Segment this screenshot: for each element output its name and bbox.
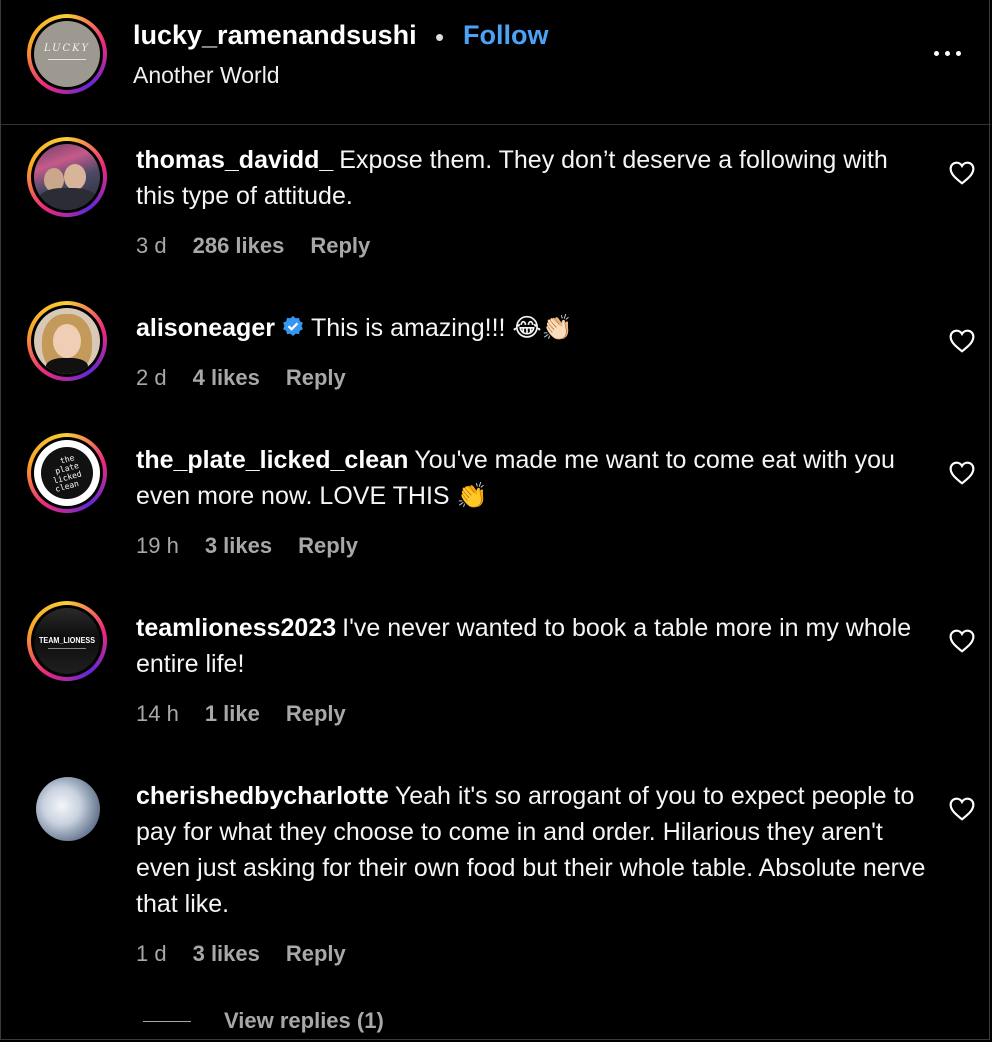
comment-username[interactable]: thomas_davidd_ (136, 146, 333, 174)
reply-button[interactable]: Reply (310, 233, 370, 259)
comment-username[interactable]: cherishedbycharlotte (136, 782, 389, 810)
comment-text-block: cherishedbycharlotte Yeah it's so arrogan… (136, 778, 926, 922)
view-replies-button[interactable]: View replies (1) (143, 1008, 384, 1034)
reply-button[interactable]: Reply (286, 701, 346, 727)
comment-text-block: teamlioness2023 I've never wanted to book… (136, 610, 926, 682)
comment-username[interactable]: alisoneager (136, 314, 275, 342)
comment-meta: 19 h 3 likes Reply (136, 533, 358, 559)
verified-badge-icon (283, 316, 303, 336)
comment-time[interactable]: 1 d (136, 941, 167, 967)
avatar-text: TEAM_LIONESS (38, 636, 95, 645)
comment-likes[interactable]: 4 likes (193, 365, 260, 391)
like-heart-icon[interactable] (949, 797, 975, 821)
comment-meta: 14 h 1 like Reply (136, 701, 346, 727)
comments-panel: LUCKY lucky_ramenandsushi • Follow Anoth… (0, 0, 991, 1040)
more-options-icon[interactable] (927, 38, 967, 68)
post-header: LUCKY lucky_ramenandsushi • Follow Anoth… (1, 0, 991, 125)
comment-username[interactable]: the_plate_licked_clean (136, 446, 408, 474)
comment-likes[interactable]: 286 likes (193, 233, 285, 259)
comment-meta: 1 d 3 likes Reply (136, 941, 346, 967)
follow-button[interactable]: Follow (463, 20, 548, 51)
comment-likes[interactable]: 3 likes (193, 941, 260, 967)
commenter-avatar[interactable] (36, 777, 100, 841)
like-heart-icon[interactable] (949, 161, 975, 185)
lucky-logo-text: LUCKY (44, 43, 90, 54)
replies-divider (143, 1020, 191, 1022)
comment-text-block: the_plate_licked_clean You've made me wan… (136, 442, 926, 514)
like-heart-icon[interactable] (949, 461, 975, 485)
comment-text-block: thomas_davidd_ Expose them. They don’t de… (136, 142, 926, 214)
comment-time[interactable]: 2 d (136, 365, 167, 391)
reply-button[interactable]: Reply (286, 365, 346, 391)
reply-button[interactable]: Reply (286, 941, 346, 967)
commenter-avatar[interactable]: TEAM_LIONESS (27, 601, 107, 681)
comment-text: This is amazing!!! 😂👏🏻 (310, 314, 573, 342)
separator-dot: • (435, 22, 445, 52)
comment-likes[interactable]: 3 likes (205, 533, 272, 559)
like-heart-icon[interactable] (949, 629, 975, 653)
comment-username[interactable]: teamlioness2023 (136, 614, 336, 642)
post-location[interactable]: Another World (133, 62, 280, 89)
comment-likes[interactable]: 1 like (205, 701, 260, 727)
like-heart-icon[interactable] (949, 329, 975, 353)
comment-time[interactable]: 19 h (136, 533, 179, 559)
comment-meta: 3 d 286 likes Reply (136, 233, 370, 259)
comment-text-block: alisoneager This is amazing!!! 😂👏🏻 (136, 310, 926, 346)
commenter-avatar[interactable]: the plate licked clean (27, 433, 107, 513)
commenter-avatar[interactable] (27, 301, 107, 381)
owner-username[interactable]: lucky_ramenandsushi (133, 20, 417, 51)
commenter-avatar[interactable] (27, 137, 107, 217)
comment-time[interactable]: 14 h (136, 701, 179, 727)
comment-meta: 2 d 4 likes Reply (136, 365, 346, 391)
reply-button[interactable]: Reply (298, 533, 358, 559)
owner-avatar[interactable]: LUCKY (27, 14, 107, 94)
comment-time[interactable]: 3 d (136, 233, 167, 259)
view-replies-label[interactable]: View replies (1) (224, 1008, 384, 1034)
